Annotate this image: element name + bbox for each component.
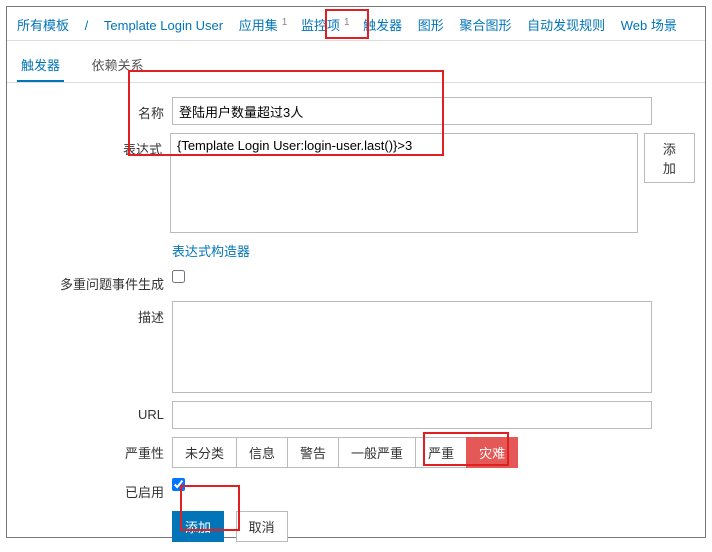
nav-graphs[interactable]: 图形	[418, 18, 444, 33]
breadcrumb-root[interactable]: 所有模板	[17, 18, 69, 33]
severity-disaster[interactable]: 灾难	[466, 437, 518, 468]
label-severity: 严重性	[7, 437, 172, 462]
description-textarea[interactable]	[172, 301, 652, 393]
multi-gen-checkbox[interactable]	[172, 270, 185, 283]
label-expression: 表达式	[7, 133, 170, 158]
tab-trigger[interactable]: 触发器	[17, 49, 64, 82]
label-name: 名称	[7, 97, 172, 122]
severity-high[interactable]: 严重	[415, 437, 467, 468]
label-url: URL	[7, 401, 172, 422]
expression-add-button[interactable]: 添加	[644, 133, 695, 183]
cancel-button[interactable]: 取消	[236, 511, 288, 542]
url-input[interactable]	[172, 401, 652, 429]
trigger-form: 名称 表达式 {Template Login User:login-user.l…	[7, 83, 705, 552]
nav-items-count: 1	[344, 17, 350, 28]
expression-constructor-link[interactable]: 表达式构造器	[172, 241, 250, 260]
breadcrumb-sep: /	[85, 18, 89, 33]
severity-information[interactable]: 信息	[236, 437, 288, 468]
nav-items[interactable]: 监控项	[301, 18, 340, 33]
expression-textarea[interactable]: {Template Login User:login-user.last()}>…	[170, 133, 638, 233]
submit-button[interactable]: 添加	[172, 511, 224, 542]
severity-warning[interactable]: 警告	[287, 437, 339, 468]
nav-triggers[interactable]: 触发器	[363, 18, 402, 33]
label-multi-gen: 多重问题事件生成	[7, 268, 172, 293]
severity-average[interactable]: 一般严重	[338, 437, 416, 468]
severity-not-classified[interactable]: 未分类	[172, 437, 237, 468]
enabled-checkbox[interactable]	[172, 478, 185, 491]
breadcrumb-template[interactable]: Template Login User	[104, 18, 223, 33]
nav-screens[interactable]: 聚合图形	[459, 18, 511, 33]
severity-group: 未分类 信息 警告 一般严重 严重 灾难	[172, 437, 518, 468]
nav-apps-count: 1	[282, 17, 288, 28]
sub-tabs: 触发器 依赖关系	[7, 41, 705, 83]
top-nav: 所有模板 / Template Login User 应用集 1 监控项 1 触发器…	[7, 7, 705, 41]
nav-apps[interactable]: 应用集	[239, 18, 278, 33]
tab-deps[interactable]: 依赖关系	[88, 49, 148, 80]
nav-web[interactable]: Web 场景	[621, 18, 677, 33]
label-enabled: 已启用	[7, 476, 172, 501]
label-description: 描述	[7, 301, 172, 326]
nav-discovery[interactable]: 自动发现规则	[527, 18, 605, 33]
name-input[interactable]	[172, 97, 652, 125]
